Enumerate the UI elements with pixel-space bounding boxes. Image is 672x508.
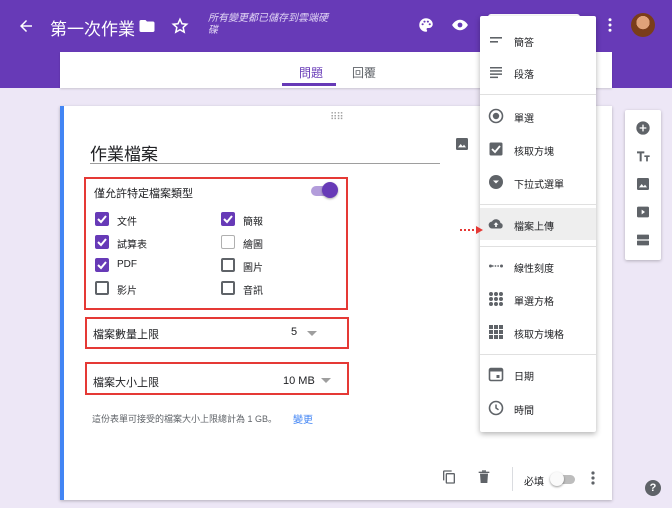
short-answer-icon xyxy=(488,32,504,48)
grid-icon xyxy=(488,291,504,307)
checkbox-label-video: 影片 xyxy=(117,286,137,297)
menu-item-short-answer[interactable]: 簡答 xyxy=(480,24,596,56)
duplicate-icon[interactable] xyxy=(440,468,458,486)
checkbox-document[interactable] xyxy=(95,212,109,226)
add-section-icon[interactable] xyxy=(634,231,652,249)
checkbox-video[interactable] xyxy=(95,281,109,295)
footer-divider xyxy=(512,467,513,491)
checkbox-audio[interactable] xyxy=(221,281,235,295)
menu-label-linear-scale: 線性刻度 xyxy=(514,264,554,275)
checkbox-label-spreadsheet: 試算表 xyxy=(117,240,147,251)
drag-handle-icon[interactable]: ⠿⠿ xyxy=(330,112,344,123)
star-icon[interactable] xyxy=(170,16,190,36)
menu-label-date: 日期 xyxy=(514,372,534,383)
dropdown-icon xyxy=(488,174,504,190)
back-arrow-icon[interactable] xyxy=(16,16,36,36)
add-image-tool-icon[interactable] xyxy=(634,175,652,193)
add-image-icon[interactable] xyxy=(453,135,471,153)
menu-item-checkbox[interactable]: 核取方塊 xyxy=(480,133,596,165)
checkbox-drawing[interactable] xyxy=(221,235,235,249)
menu-label-grid: 單選方格 xyxy=(514,297,554,308)
paragraph-icon xyxy=(488,64,504,80)
menu-divider xyxy=(480,94,596,95)
more-vert-icon[interactable] xyxy=(600,15,620,35)
change-limit-link[interactable]: 變更 xyxy=(293,411,313,426)
max-size-label: 檔案大小上限 xyxy=(93,377,159,389)
radio-icon xyxy=(488,108,504,124)
checkbox-label-document: 文件 xyxy=(117,217,137,228)
menu-item-radio[interactable]: 單選 xyxy=(480,100,596,132)
checkbox-label-image: 圖片 xyxy=(243,263,263,274)
calendar-icon xyxy=(488,366,504,382)
upload-cloud-icon xyxy=(488,216,504,232)
size-limit-note: 這份表單可接受的檔案大小上限總計為 1 GB。 xyxy=(92,414,278,424)
menu-label-dropdown: 下拉式選單 xyxy=(514,180,564,191)
pointer-arrow-icon xyxy=(459,222,485,240)
add-video-icon[interactable] xyxy=(634,203,652,221)
question-type-menu: 簡答 段落 單選 核取方塊 下拉式選單 檔案上傳 線性刻度 單選方格 核取方塊格… xyxy=(480,16,596,432)
saved-status-text: 所有變更都已儲存到雲端硬碟 xyxy=(208,13,328,36)
max-files-label: 檔案數量上限 xyxy=(93,329,159,341)
delete-icon[interactable] xyxy=(475,468,493,486)
menu-item-time[interactable]: 時間 xyxy=(480,392,596,424)
user-avatar[interactable] xyxy=(631,13,655,37)
help-icon[interactable]: ? xyxy=(645,480,661,496)
card-more-icon[interactable] xyxy=(586,470,600,486)
checkbox-icon xyxy=(488,141,504,157)
menu-item-paragraph[interactable]: 段落 xyxy=(480,56,596,88)
checkbox-grid-icon xyxy=(488,324,504,340)
clock-icon xyxy=(488,400,504,416)
required-label: 必填 xyxy=(524,477,544,488)
menu-label-checkbox-grid: 核取方塊格 xyxy=(514,330,564,341)
menu-divider xyxy=(480,204,596,205)
menu-label-short-answer: 簡答 xyxy=(514,38,534,49)
checkbox-label-pdf: PDF xyxy=(117,259,137,270)
menu-item-linear-scale[interactable]: 線性刻度 xyxy=(480,250,596,282)
checkbox-label-audio: 音訊 xyxy=(243,286,263,297)
form-title[interactable]: 第一次作業 xyxy=(50,15,135,40)
card-focus-accent xyxy=(60,106,64,500)
menu-label-file-upload: 檔案上傳 xyxy=(514,222,554,233)
allow-filetypes-label: 僅允許特定檔案類型 xyxy=(94,188,193,200)
menu-label-paragraph: 段落 xyxy=(514,70,534,81)
side-toolbar xyxy=(625,110,661,260)
menu-label-checkbox: 核取方塊 xyxy=(514,147,554,158)
menu-item-dropdown[interactable]: 下拉式選單 xyxy=(480,166,596,198)
checkbox-image[interactable] xyxy=(221,258,235,272)
add-title-icon[interactable] xyxy=(634,147,652,165)
filetype-toggle-knob[interactable] xyxy=(322,182,338,198)
question-title[interactable]: 作業檔案 xyxy=(90,140,440,164)
menu-label-radio: 單選 xyxy=(514,114,534,125)
preview-eye-icon[interactable] xyxy=(450,15,470,35)
tab-responses[interactable]: 回覆 xyxy=(352,64,376,81)
tab-questions[interactable]: 問題 xyxy=(299,64,323,81)
linear-scale-icon xyxy=(488,258,504,274)
required-toggle-knob[interactable] xyxy=(550,472,564,486)
menu-item-grid[interactable]: 單選方格 xyxy=(480,283,596,315)
checkbox-pdf[interactable] xyxy=(95,258,109,272)
max-size-dropdown-icon[interactable] xyxy=(321,378,331,383)
menu-item-file-upload[interactable]: 檔案上傳 xyxy=(480,208,596,240)
menu-item-checkbox-grid[interactable]: 核取方塊格 xyxy=(480,316,596,348)
checkbox-label-presentation: 簡報 xyxy=(243,217,263,228)
menu-divider xyxy=(480,354,596,355)
active-tab-indicator xyxy=(282,83,336,86)
palette-icon[interactable] xyxy=(416,15,436,35)
add-question-icon[interactable] xyxy=(634,119,652,137)
checkbox-label-drawing: 繪圖 xyxy=(243,240,263,251)
checkbox-spreadsheet[interactable] xyxy=(95,235,109,249)
menu-item-date[interactable]: 日期 xyxy=(480,358,596,390)
max-files-dropdown-icon[interactable] xyxy=(307,331,317,336)
menu-divider xyxy=(480,246,596,247)
max-files-value[interactable]: 5 xyxy=(291,326,297,338)
folder-icon[interactable] xyxy=(137,16,157,36)
max-size-value[interactable]: 10 MB xyxy=(283,375,315,387)
checkbox-presentation[interactable] xyxy=(221,212,235,226)
menu-label-time: 時間 xyxy=(514,406,534,417)
